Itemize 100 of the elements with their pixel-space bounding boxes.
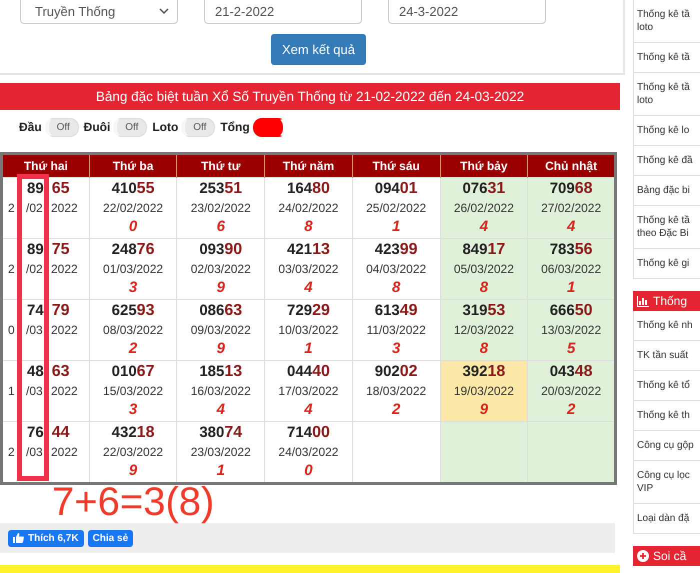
- sidebar-link[interactable]: Thống kê tầ loto: [634, 0, 700, 43]
- result-date: 2022: [51, 261, 78, 278]
- sidebar-link[interactable]: Thống kê tầ loto: [634, 73, 700, 116]
- sidebar-link[interactable]: Bảng đặc bi: [634, 176, 700, 206]
- result-date: 05/03/2022: [452, 261, 515, 278]
- result-date: 02/03/2022: [190, 261, 252, 278]
- result-date: 11/03/2022: [366, 322, 427, 339]
- sidebar-link[interactable]: Công cụ lọc VIP: [634, 461, 700, 504]
- result-date: 03/03/2022: [277, 261, 340, 278]
- digit-sum: 0: [128, 218, 138, 235]
- result-date: 1: [8, 383, 15, 400]
- result-date: 24/02/2022: [277, 200, 340, 217]
- digit-sum: 6: [216, 218, 226, 235]
- sidebar-section-header: Thống: [633, 291, 700, 311]
- toggle-switch[interactable]: Off: [44, 118, 79, 136]
- result-number: 76: [27, 424, 44, 442]
- digit-sum: 2: [128, 340, 138, 357]
- to-date-field[interactable]: 24-3-2022: [388, 0, 546, 24]
- sidebar-link[interactable]: Thống kê tầ theo Đặc Bi: [634, 206, 700, 249]
- sidebar-section-header: Soi cầ: [633, 546, 700, 566]
- digit-sum: 9: [128, 462, 138, 479]
- bar-chart-icon: [637, 296, 649, 306]
- sidebar-link[interactable]: Thống kê th: [634, 401, 700, 431]
- digit-sum: 9: [478, 401, 490, 418]
- result-number: 43218: [110, 424, 156, 442]
- digit-sum: 4: [478, 218, 490, 235]
- result-date: 2: [8, 200, 15, 217]
- result-number: 61349: [374, 302, 419, 320]
- result-date: 20/03/2022: [540, 383, 602, 400]
- result-number: 75: [52, 241, 70, 259]
- result-number: 39218: [461, 363, 506, 381]
- result-date: 17/03/2022: [277, 383, 340, 400]
- result-date: 24/03/2022: [277, 444, 340, 461]
- digit-sum: 4: [303, 401, 314, 418]
- from-date-field[interactable]: 21-2-2022: [204, 0, 362, 24]
- digit-sum: 8: [478, 340, 490, 357]
- view-results-button[interactable]: Xem kết quả: [271, 34, 366, 65]
- result-number: 65: [52, 180, 70, 198]
- result-date: 06/03/2022: [540, 261, 602, 278]
- digit-sum: 4: [216, 401, 226, 418]
- result-date: 0: [8, 322, 15, 339]
- result-number: 79: [52, 302, 70, 320]
- chevron-down-icon: [159, 8, 169, 14]
- banner-title: Bảng đặc biệt tuần Xổ Số Truyền Thống từ 21-02-2022 đến 24-03-2022: [96, 89, 524, 104]
- result-number: 09390: [198, 241, 244, 259]
- sidebar-link[interactable]: Thống kê tổ: [634, 371, 700, 401]
- result-date: 13/03/2022: [540, 322, 602, 339]
- sidebar-link[interactable]: Thống kê đầ: [634, 146, 700, 176]
- result-date: /02: [26, 200, 43, 217]
- result-number: 74: [27, 302, 44, 320]
- digit-sum: 0: [303, 462, 314, 479]
- sidebar-link[interactable]: Thống kê tầ: [634, 43, 700, 73]
- digit-sum: 9: [216, 279, 226, 296]
- digit-sum: 1: [216, 462, 226, 479]
- column-header: Thứ tư: [176, 154, 265, 178]
- result-number: 84917: [461, 241, 506, 259]
- result-date: 10/03/2022: [277, 322, 340, 339]
- result-date: 16/03/2022: [190, 383, 252, 400]
- share-button[interactable]: Chia sẻ: [88, 530, 134, 546]
- result-date: /02: [26, 261, 43, 278]
- result-number: 24876: [110, 241, 156, 259]
- digit-sum: 3: [128, 401, 138, 418]
- result-number: 90202: [374, 363, 419, 381]
- digit-sum: 8: [478, 279, 490, 296]
- digit-sum: 3: [390, 340, 402, 357]
- toggle-switch[interactable]: Off: [181, 118, 216, 136]
- result-number: 63: [52, 363, 70, 381]
- province-select[interactable]: Truyền Thống: [20, 0, 178, 24]
- result-date: 15/03/2022: [102, 383, 164, 400]
- digit-sum: 5: [566, 340, 576, 357]
- sidebar-link[interactable]: Công cụ gộp: [634, 431, 700, 461]
- result-date: 22/03/2022: [102, 444, 164, 461]
- like-button[interactable]: Thích 6,7K: [8, 530, 84, 546]
- result-number: 72929: [286, 302, 331, 320]
- result-date: 2: [8, 444, 15, 461]
- result-number: 48: [27, 363, 44, 381]
- result-date: 01/03/2022: [102, 261, 164, 278]
- result-date: 19/03/2022: [452, 383, 515, 400]
- result-number: 70968: [548, 180, 594, 198]
- result-date: /03: [26, 383, 43, 400]
- sidebar-link[interactable]: Thống kê nh: [634, 311, 700, 341]
- sidebar-link[interactable]: Thống kê gi: [634, 249, 700, 279]
- result-number: 42113: [286, 241, 331, 259]
- result-date: 23/02/2022: [190, 200, 252, 217]
- result-date: 25/02/2022: [365, 200, 428, 217]
- result-date: 27/02/2022: [540, 200, 602, 217]
- plus-circle-icon: [637, 550, 649, 562]
- toggle-label: Loto: [152, 120, 178, 134]
- column-header: Thứ bảy: [440, 154, 528, 178]
- result-date: 08/03/2022: [102, 322, 164, 339]
- column-header: Chủ nhật: [528, 154, 616, 178]
- sidebar-link[interactable]: Loại dàn đặ: [634, 504, 700, 534]
- digit-sum: 4: [303, 279, 314, 296]
- toggle-switch[interactable]: Off: [113, 118, 148, 136]
- result-date: 22/02/2022: [102, 200, 164, 217]
- digit-sum: 4: [566, 218, 576, 235]
- result-number: 01067: [110, 363, 156, 381]
- result-number: 89: [27, 241, 44, 259]
- sidebar-link[interactable]: TK tần suất: [634, 341, 700, 371]
- sidebar-link[interactable]: Thống kê lo: [634, 116, 700, 146]
